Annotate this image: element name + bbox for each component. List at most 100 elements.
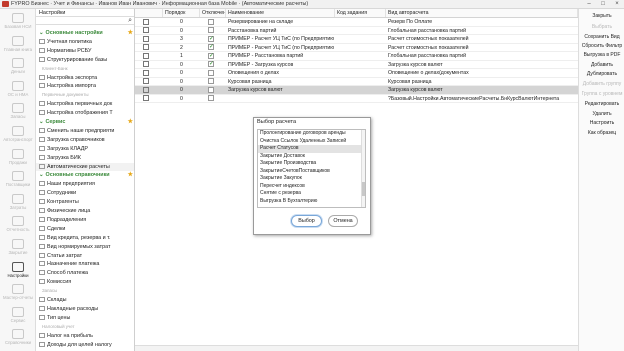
calc-option[interactable]: Очистка Ссылок Удаленных Записей bbox=[258, 138, 365, 146]
tree-item[interactable]: Настройка первичных док bbox=[36, 100, 134, 108]
tree-item[interactable]: Вид кредита, резерва и т. bbox=[36, 234, 134, 242]
action-7-button[interactable]: Добавить группу bbox=[581, 80, 623, 89]
col-task-code[interactable]: Код задания bbox=[335, 9, 386, 17]
tree-item[interactable]: Вид нормируемых затрат bbox=[36, 243, 134, 251]
calc-list[interactable]: Пролонгирование договоров аренды Очистка … bbox=[257, 129, 366, 208]
tree-item[interactable]: Сделки bbox=[36, 225, 134, 233]
rail-item-costs[interactable]: Затраты bbox=[0, 193, 36, 210]
calc-option[interactable]: Закрытие Производства bbox=[258, 160, 365, 168]
action-8-button[interactable]: Группа с уровнем bbox=[581, 90, 623, 99]
chevron-down-icon[interactable]: ⌄ bbox=[39, 172, 44, 178]
action-10-button[interactable]: Удалить bbox=[581, 110, 623, 119]
calc-option[interactable]: Расчет Статусов bbox=[258, 145, 365, 153]
rail-item-master-reports[interactable]: Мастер-отчеты bbox=[0, 284, 36, 300]
tree-item[interactable]: Контрагенты bbox=[36, 198, 134, 206]
rail-item-closing[interactable]: Закрытие bbox=[0, 239, 36, 255]
table-row[interactable]: 0 Загрузка курсов валют Загрузка курсов ва… bbox=[135, 86, 578, 95]
chevron-down-icon[interactable]: ⌄ bbox=[39, 30, 44, 36]
action-9-button[interactable]: Редактировать bbox=[581, 100, 623, 109]
tree-item[interactable]: Накладные расходы bbox=[36, 305, 134, 313]
tree-item[interactable]: Подразделения bbox=[36, 216, 134, 224]
action-0-button[interactable]: Закрыть bbox=[581, 12, 623, 21]
table-row[interactable]: 0 ПРИМЕР - Загрузка курсов Загрузка курсов… bbox=[135, 61, 578, 69]
rail-item-truck[interactable]: Автотранспорт bbox=[0, 126, 36, 142]
disabled-checkbox[interactable] bbox=[208, 86, 214, 93]
disabled-checkbox[interactable] bbox=[208, 27, 214, 34]
calc-option[interactable]: Закрытие Доставок bbox=[258, 153, 365, 161]
tree-item[interactable]: Загрузка справочников bbox=[36, 136, 134, 144]
tree-item[interactable]: Настройка отображения Т bbox=[36, 109, 134, 117]
calc-option[interactable]: Снятие с резерва bbox=[258, 190, 365, 198]
table-row[interactable]: 2 ПРИМЕР - Расчет УЦ ТиС (по Предприятию … bbox=[135, 44, 578, 52]
action-6-button[interactable]: Дублировать bbox=[581, 70, 623, 79]
search-icon[interactable]: ⌕ bbox=[128, 17, 132, 25]
disabled-checkbox[interactable] bbox=[208, 44, 214, 51]
tree-item[interactable]: Настройка импорта bbox=[36, 82, 134, 90]
table-row[interactable]: 3 ПРИМЕР - Расчет УЦ ТиС (по Предприятию … bbox=[135, 35, 578, 44]
action-2-button[interactable]: Сохранить Вид bbox=[581, 33, 623, 42]
tree-item[interactable]: Физические лица bbox=[36, 207, 134, 215]
col-calc-kind[interactable]: Вид авторасчета bbox=[386, 9, 578, 17]
action-4-button[interactable]: Выгрузка в PDF bbox=[581, 51, 623, 60]
action-3-button[interactable]: Сбросить Фильтр bbox=[581, 42, 623, 51]
favorite-star-icon[interactable]: ★ bbox=[128, 171, 133, 179]
rail-item-settings[interactable]: Настройки bbox=[0, 261, 36, 278]
disabled-checkbox[interactable] bbox=[208, 52, 214, 60]
col-disabled[interactable]: Отключен bbox=[200, 9, 226, 17]
disabled-checkbox[interactable] bbox=[208, 18, 214, 25]
horizontal-scrollbar[interactable] bbox=[135, 345, 578, 351]
calc-option[interactable]: ЗакрытиеСчетовПоставщиков bbox=[258, 168, 365, 176]
maximize-button[interactable]: □ bbox=[596, 1, 610, 7]
calc-option[interactable]: Закрытие Закупок bbox=[258, 175, 365, 183]
favorite-star-icon[interactable]: ★ bbox=[128, 118, 133, 126]
calc-option[interactable]: Выгрузка В Бухгалтерию bbox=[258, 198, 365, 206]
col-order[interactable]: Порядок bbox=[163, 9, 200, 17]
close-window-button[interactable]: × bbox=[610, 1, 624, 7]
disabled-checkbox[interactable] bbox=[208, 61, 214, 68]
table-row[interactable]: 1 ПРИМЕР - Расстановка партий Глобальная р… bbox=[135, 52, 578, 61]
disabled-checkbox[interactable] bbox=[208, 95, 214, 102]
calc-list-scrollbar[interactable] bbox=[361, 130, 365, 207]
tree-item[interactable]: Тип цены bbox=[36, 314, 134, 322]
tree-item[interactable]: Загрузка БИК bbox=[36, 154, 134, 162]
rail-item-money[interactable]: Деньги bbox=[0, 58, 36, 74]
rail-item-service[interactable]: Сервис bbox=[0, 306, 36, 323]
cancel-button[interactable]: Отмена bbox=[328, 215, 358, 227]
rail-item-suppliers[interactable]: Поставщики bbox=[0, 171, 36, 187]
tree-item[interactable]: Загрузка КЛАДР bbox=[36, 145, 134, 153]
action-1-button[interactable]: Выбрать bbox=[581, 23, 623, 32]
tree-item[interactable]: Наши предприятия bbox=[36, 180, 134, 188]
rail-item-base-nsi[interactable]: Базовая НСИ bbox=[0, 13, 36, 29]
chevron-down-icon[interactable]: ⌄ bbox=[39, 119, 44, 125]
tree-group[interactable]: ⌄ Основные настройки ★ bbox=[36, 29, 134, 37]
rail-item-sales[interactable]: Продажи bbox=[0, 148, 36, 165]
action-12-button[interactable]: Как образец bbox=[581, 129, 623, 138]
tree-search-bar[interactable]: ⌕ bbox=[36, 17, 134, 25]
tree-item[interactable]: Нормативы РСБУ bbox=[36, 47, 134, 55]
scroll-thumb[interactable] bbox=[362, 182, 365, 196]
tree-group[interactable]: ⌄ Основные справочники ★ bbox=[36, 171, 134, 179]
tree-item[interactable]: Настройка экспорта bbox=[36, 74, 134, 82]
tree-item[interactable]: Комиссия bbox=[36, 278, 134, 286]
tree-item[interactable]: Способ платежа bbox=[36, 269, 134, 277]
table-row[interactable]: 0 Оповещения о делах Оповещение о делах(до… bbox=[135, 69, 578, 78]
calc-option[interactable]: Пролонгирование договоров аренды bbox=[258, 130, 365, 138]
table-row[interactable]: 0 Резервирование на складе Резерв По Оплат… bbox=[135, 18, 578, 27]
rail-item-stock[interactable]: Запасы bbox=[0, 103, 36, 119]
tree-group[interactable]: ⌄ Сервис ★ bbox=[36, 118, 134, 126]
tree-item[interactable]: Сотрудники bbox=[36, 189, 134, 197]
disabled-checkbox[interactable] bbox=[208, 78, 214, 85]
tree-item[interactable]: Структурирование базы bbox=[36, 56, 134, 64]
tree-item[interactable]: Учетная политика bbox=[36, 38, 134, 46]
table-row[interactable]: 0 ?Базовый.Настройки.АвтоматическиеРасчет… bbox=[135, 95, 578, 103]
table-row[interactable]: 0 Курсовая разница Курсовая разница bbox=[135, 78, 578, 86]
table-row[interactable]: 0 Расстановка партий Глобальная расстановк… bbox=[135, 27, 578, 35]
disabled-checkbox[interactable] bbox=[208, 69, 214, 76]
rail-item-refs[interactable]: Справочники bbox=[0, 329, 36, 345]
minimize-button[interactable]: – bbox=[582, 1, 596, 7]
rail-item-ledger[interactable]: Главная книга bbox=[0, 35, 36, 52]
tree-item[interactable]: Назначение платежа bbox=[36, 260, 134, 268]
calc-option[interactable]: Пересчет индексов bbox=[258, 183, 365, 191]
col-name[interactable]: Наименование bbox=[226, 9, 335, 17]
action-11-button[interactable]: Настроить bbox=[581, 119, 623, 128]
